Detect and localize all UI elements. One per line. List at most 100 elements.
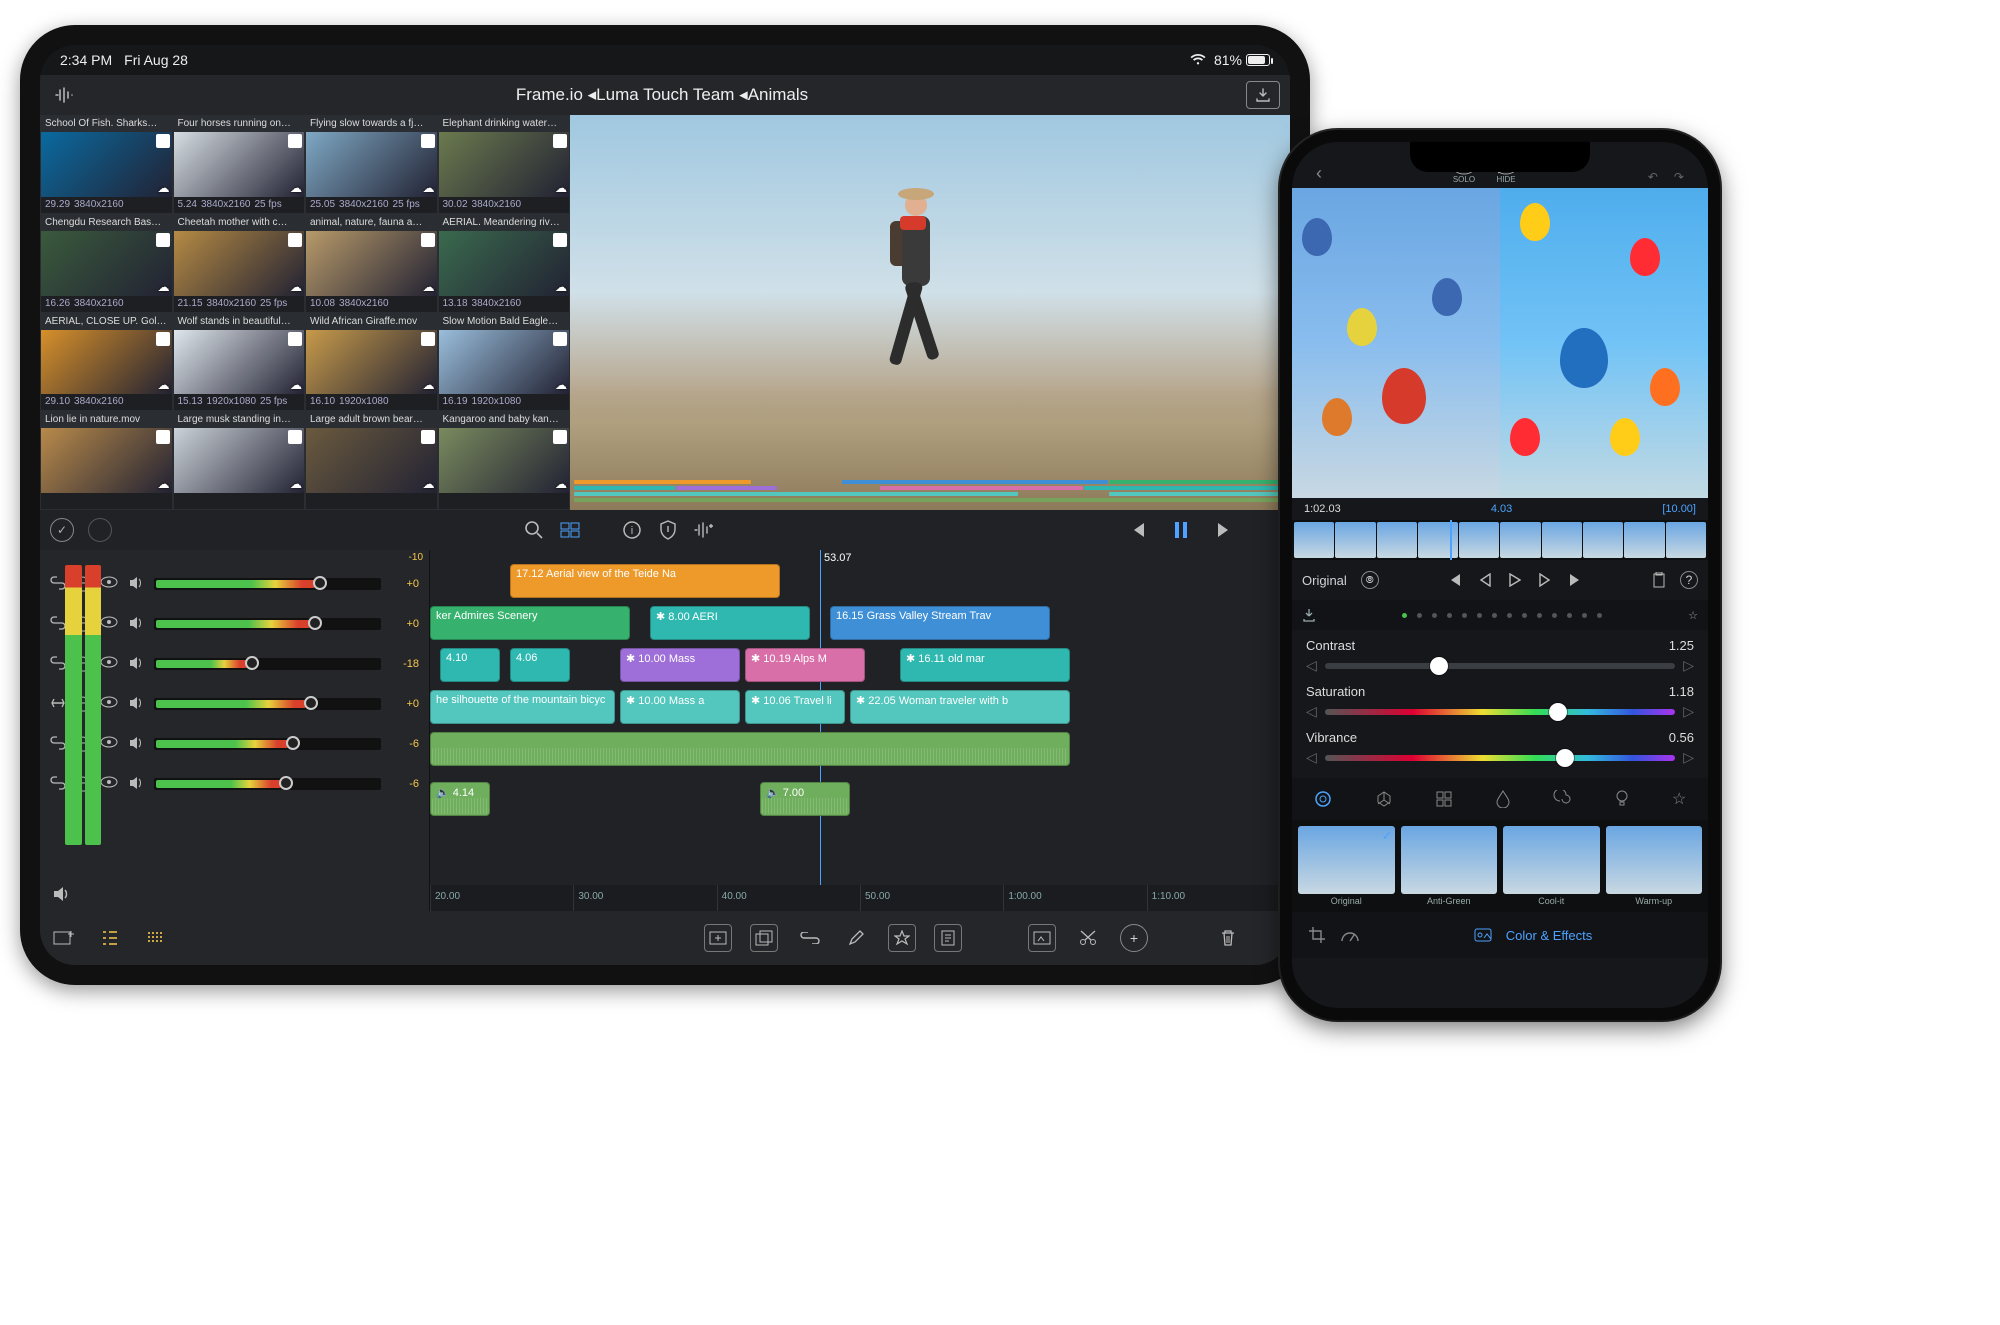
timeline-clip[interactable]: ✱ 22.05 Woman traveler with b — [850, 690, 1070, 724]
track-mute-icon[interactable] — [128, 656, 144, 672]
timeline-clip[interactable]: he silhouette of the mountain bicyc — [430, 690, 615, 724]
slider-decrease-icon[interactable]: ◁ — [1306, 749, 1317, 766]
clip-item[interactable]: Cheetah mother with c…☁21.153840x216025 … — [173, 214, 306, 313]
clip-item[interactable]: Large adult brown bear…☁ — [305, 411, 438, 510]
record-button[interactable] — [88, 518, 112, 542]
track-mute-icon[interactable] — [128, 776, 144, 792]
track-visibility-icon[interactable] — [100, 696, 118, 712]
timeline-track[interactable]: 🔈 4.14🔈 7.00 — [430, 780, 1290, 818]
clip-item[interactable]: Slow Motion Bald Eagle…☁16.191920x1080 — [438, 313, 571, 412]
track-link-icon[interactable] — [50, 776, 66, 792]
timeline-track[interactable]: ker Admires Scenery✱ 8.00 AERI16.15 Gras… — [430, 604, 1290, 642]
timeline-clip[interactable]: ker Admires Scenery — [430, 606, 630, 640]
timeline-clip[interactable]: ✱ 10.19 Alps M — [745, 648, 865, 682]
slider-track[interactable] — [1325, 709, 1675, 715]
track-mute-icon[interactable] — [128, 696, 144, 712]
clip-item[interactable]: Lion lie in nature.mov☁ — [40, 411, 173, 510]
waveform-icon[interactable] — [50, 86, 78, 104]
phone-step-fwd-button[interactable] — [1539, 573, 1551, 587]
timeline-track[interactable]: 17.12 Aerial view of the Teide Na — [430, 562, 1290, 600]
clip-item[interactable]: Chengdu Research Bas…☁16.263840x2160 — [40, 214, 173, 313]
preview-viewer[interactable] — [570, 115, 1290, 510]
fx-star-icon[interactable]: ☆ — [1672, 789, 1686, 809]
timeline-clip[interactable]: 4.06 — [510, 648, 570, 682]
redo-icon[interactable]: ↷ — [1674, 170, 1684, 184]
clip-item[interactable]: Kangaroo and baby kan…☁ — [438, 411, 571, 510]
slider-track[interactable] — [1325, 663, 1675, 669]
undo-icon[interactable]: ↶ — [1648, 170, 1658, 184]
phone-filmstrip[interactable] — [1292, 520, 1708, 560]
search-icon[interactable] — [523, 519, 545, 541]
track-volume-meter[interactable] — [154, 698, 381, 710]
color-effects-label[interactable]: Color & Effects — [1506, 928, 1592, 943]
timeline-clip[interactable]: 17.12 Aerial view of the Teide Na — [510, 564, 780, 598]
phone-step-back-button[interactable] — [1479, 573, 1491, 587]
timeline-track[interactable] — [430, 730, 1290, 768]
clip-item[interactable]: Flying slow towards a fj…☁25.053840x2160… — [305, 115, 438, 214]
volume-knob[interactable] — [308, 616, 322, 630]
duplicate-button[interactable] — [750, 924, 778, 952]
slider-knob[interactable] — [1549, 703, 1567, 721]
track-link-icon[interactable] — [50, 616, 66, 632]
next-button[interactable] — [1214, 519, 1236, 541]
phone-prev-button[interactable] — [1447, 573, 1461, 587]
clip-item[interactable]: AERIAL. Meandering riv…☁13.183840x2160 — [438, 214, 571, 313]
filter-icon[interactable] — [559, 519, 581, 541]
clip-item[interactable]: Four horses running on…☁5.243840x216025 … — [173, 115, 306, 214]
timeline-clip[interactable]: ✱ 10.06 Travel li — [745, 690, 845, 724]
track-view-2-button[interactable] — [142, 924, 170, 952]
preset-star-icon[interactable]: ☆ — [1688, 609, 1698, 622]
track-volume-meter[interactable] — [154, 618, 381, 630]
timeline-clip[interactable] — [430, 732, 1070, 766]
phone-preview[interactable] — [1292, 188, 1708, 498]
edit-button[interactable] — [842, 924, 870, 952]
volume-knob[interactable] — [304, 696, 318, 710]
fx-grid-icon[interactable] — [1436, 791, 1452, 807]
fx-light-icon[interactable] — [1615, 790, 1629, 808]
info-icon[interactable]: i — [621, 519, 643, 541]
timeline-ruler[interactable]: 20.0030.0040.0050.001:00.001:10.00 — [430, 885, 1290, 911]
preset-thumbnail[interactable]: ✓Original — [1298, 826, 1395, 906]
back-icon[interactable]: ‹ — [1316, 163, 1322, 184]
timeline-clip[interactable]: ✱ 16.11 old mar — [900, 648, 1070, 682]
preset-thumbnail[interactable]: Warm-up — [1606, 826, 1703, 906]
track-visibility-icon[interactable] — [100, 576, 118, 592]
timeline-clip[interactable]: 4.10 — [440, 648, 500, 682]
marker-button[interactable] — [1028, 924, 1056, 952]
fx-3d-icon[interactable] — [1375, 790, 1393, 808]
add-track-button[interactable] — [50, 924, 78, 952]
track-volume-meter[interactable] — [154, 738, 381, 750]
cut-button[interactable] — [1074, 924, 1102, 952]
slider-knob[interactable] — [1556, 749, 1574, 767]
breadcrumb[interactable]: Frame.io ◂Luma Touch Team ◂Animals — [78, 85, 1246, 105]
preset-dots[interactable] — [1316, 613, 1688, 618]
volume-knob[interactable] — [286, 736, 300, 750]
track-visibility-icon[interactable] — [100, 616, 118, 632]
clip-item[interactable]: Elephant drinking water…☁30.023840x2160 — [438, 115, 571, 214]
clip-item[interactable]: animal, nature, fauna a…☁10.083840x2160 — [305, 214, 438, 313]
timeline-track[interactable]: 4.10 4.06 ✱ 10.00 Mass✱ 10.19 Alps M ✱ 16.1… — [430, 646, 1290, 684]
clip-item[interactable]: AERIAL, CLOSE UP. Gol…☁29.103840x2160 — [40, 313, 173, 412]
master-volume-icon[interactable] — [50, 883, 72, 905]
phone-play-button[interactable] — [1509, 573, 1521, 587]
clipboard-icon[interactable] — [1652, 572, 1666, 588]
volume-knob[interactable] — [313, 576, 327, 590]
speed-icon[interactable] — [1340, 927, 1360, 943]
slider-increase-icon[interactable]: ▷ — [1683, 657, 1694, 674]
fx-spiral-icon[interactable] — [1553, 790, 1571, 808]
clip-item[interactable]: Wolf stands in beautiful…☁15.131920x1080… — [173, 313, 306, 412]
preset-thumbnail[interactable]: Cool-it — [1503, 826, 1600, 906]
track-link-icon[interactable] — [50, 696, 66, 712]
slider-decrease-icon[interactable]: ◁ — [1306, 703, 1317, 720]
favorite-button[interactable] — [888, 924, 916, 952]
prev-button[interactable] — [1126, 519, 1148, 541]
track-link-icon[interactable] — [50, 656, 66, 672]
notes-button[interactable] — [934, 924, 962, 952]
clip-grid[interactable]: School Of Fish. Sharks…☁29.293840x2160Fo… — [40, 115, 570, 510]
timeline-clip[interactable]: ✱ 10.00 Mass a — [620, 690, 740, 724]
timeline-clip[interactable]: ✱ 10.00 Mass — [620, 648, 740, 682]
track-visibility-icon[interactable] — [100, 736, 118, 752]
slider-increase-icon[interactable]: ▷ — [1683, 703, 1694, 720]
download-button[interactable] — [1246, 81, 1280, 109]
timeline-clip[interactable]: ✱ 8.00 AERI — [650, 606, 810, 640]
